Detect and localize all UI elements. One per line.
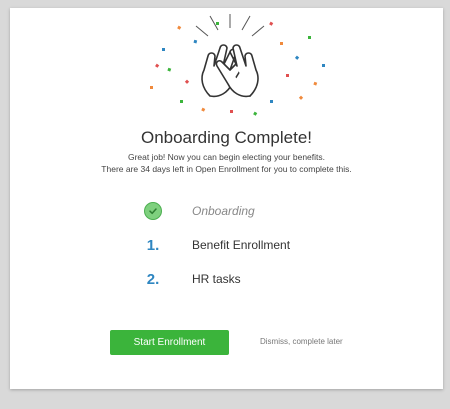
step-number: 1. bbox=[146, 236, 160, 254]
modal-title: Onboarding Complete! bbox=[140, 128, 313, 147]
onboarding-complete-modal: Onboarding Complete! Great job! Now you … bbox=[10, 8, 443, 389]
step-hr-tasks: 2. HR tasks bbox=[138, 262, 358, 296]
subtitle-line-2: There are 34 days left in Open Enrollmen… bbox=[101, 164, 352, 174]
onboarding-steps-list: Onboarding 1. Benefit Enrollment 2. HR t… bbox=[138, 194, 358, 296]
dismiss-link[interactable]: Dismiss, complete later bbox=[260, 337, 343, 346]
start-enrollment-button[interactable]: Start Enrollment bbox=[110, 330, 229, 355]
step-label-onboarding: Onboarding bbox=[192, 204, 255, 218]
subtitle-line-1: Great job! Now you can begin electing yo… bbox=[127, 152, 326, 162]
high-five-confetti-illustration bbox=[150, 14, 325, 116]
step-label-benefit-enrollment: Benefit Enrollment bbox=[192, 238, 291, 252]
check-icon bbox=[144, 202, 162, 220]
step-onboarding: Onboarding bbox=[138, 194, 358, 228]
step-benefit-enrollment: 1. Benefit Enrollment bbox=[138, 228, 358, 262]
step-label-hr-tasks: HR tasks bbox=[192, 272, 241, 286]
modal-subtitle: Great job! Now you can begin electing yo… bbox=[10, 151, 443, 175]
step-number: 2. bbox=[146, 270, 160, 288]
